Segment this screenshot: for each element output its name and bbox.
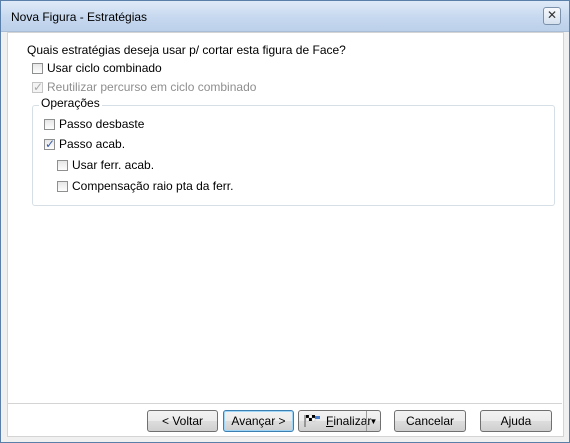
window-title: Nova Figura - Estratégias — [11, 10, 148, 24]
question-text: Quais estratégias deseja usar p/ cortar … — [27, 43, 346, 57]
dialog-window: Nova Figura - Estratégias ✕ Quais estrat… — [0, 0, 570, 443]
ajuda-button[interactable]: Ajuda — [480, 410, 552, 432]
dropdown-arrow-icon[interactable]: ▼ — [366, 411, 380, 431]
checkbox-box[interactable] — [57, 180, 68, 192]
passo-acab-checkbox[interactable]: Passo acab. — [44, 136, 125, 152]
operacoes-group-title: Operações — [39, 96, 102, 110]
cancelar-button[interactable]: Cancelar — [394, 410, 466, 432]
finalizar-split-button[interactable]: Finalizar ▼ — [298, 410, 381, 432]
checkbox-label: Usar ferr. acab. — [72, 158, 155, 172]
checkbox-label: Compensação raio pta da ferr. — [72, 179, 234, 193]
checkbox-label: Passo desbaste — [59, 117, 145, 131]
checkbox-box — [32, 80, 43, 94]
passo-desbaste-checkbox[interactable]: Passo desbaste — [44, 116, 144, 132]
reutilizar-percurso-checkbox: Reutilizar percurso em ciclo combinado — [32, 79, 256, 95]
compensacao-raio-checkbox[interactable]: Compensação raio pta da ferr. — [57, 178, 233, 194]
checkbox-box[interactable] — [57, 159, 68, 171]
footer-divider — [7, 403, 562, 404]
checkbox-box[interactable] — [32, 62, 43, 74]
close-button[interactable]: ✕ — [543, 7, 561, 25]
usar-ciclo-combinado-checkbox[interactable]: Usar ciclo combinado — [32, 60, 162, 76]
checkbox-box[interactable] — [44, 118, 55, 130]
finish-flag-icon — [303, 414, 321, 428]
checkbox-label: Usar ciclo combinado — [47, 61, 162, 75]
checkbox-box[interactable] — [44, 137, 55, 151]
dialog-content: Quais estratégias deseja usar p/ cortar … — [7, 32, 564, 437]
checkbox-label: Reutilizar percurso em ciclo combinado — [47, 80, 257, 94]
checkbox-label: Passo acab. — [59, 137, 126, 151]
title-bar[interactable]: Nova Figura - Estratégias ✕ — [1, 1, 569, 32]
avancar-button[interactable]: Avançar > — [223, 410, 294, 432]
usar-ferr-acab-checkbox[interactable]: Usar ferr. acab. — [57, 157, 154, 173]
voltar-button[interactable]: < Voltar — [147, 410, 218, 432]
finalizar-label: Finalizar — [326, 414, 372, 428]
